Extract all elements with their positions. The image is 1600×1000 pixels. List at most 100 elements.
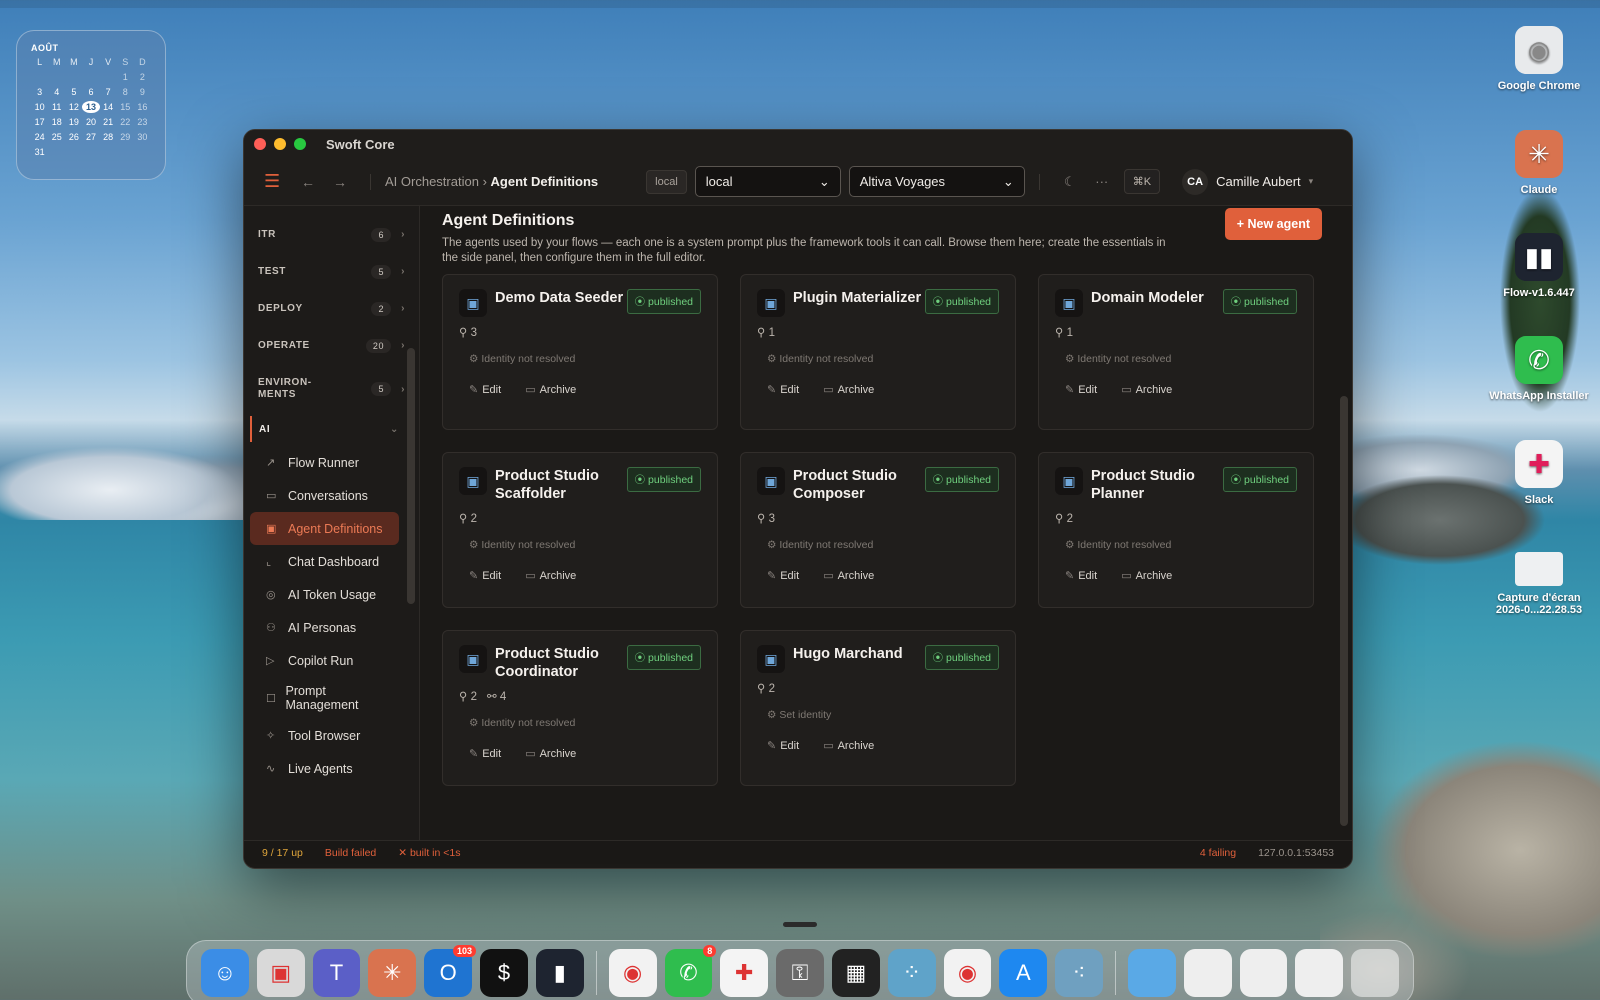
user-menu[interactable]: CA Camille Aubert ▾ [1182,168,1313,195]
calendar-day[interactable]: 5 [65,86,82,98]
sidebar-section-operate[interactable]: OPERATE 20 › [250,327,413,364]
archive-button[interactable]: ▭ Archive [525,383,576,396]
agent-name[interactable]: Plugin Materializer [793,289,925,307]
slack-icon[interactable]: ✚ [720,949,769,997]
edit-button[interactable]: ✎ Edit [1065,383,1097,396]
finder-icon[interactable]: ☺ [201,949,249,997]
calendar-day[interactable]: 8 [117,86,134,98]
app-store-icon[interactable]: A [999,949,1048,997]
sidebar-section-itr[interactable]: ITR 6 › [250,216,413,253]
calendar-day[interactable]: 21 [100,116,117,128]
agent-card[interactable]: ▣ Hugo Marchand ⦿ published ⚲ 2 ⚙ Set id… [740,630,1016,786]
calendar-day[interactable]: 13 [82,101,100,113]
agent-card[interactable]: ▣ Product Studio Planner ⦿ published ⚲ 2… [1038,452,1314,608]
close-window-button[interactable] [254,138,266,150]
sidebar-scrollbar[interactable] [407,348,415,604]
edit-button[interactable]: ✎ Edit [1065,569,1097,582]
sidebar-item-copilot-run[interactable]: ▷ Copilot Run [250,644,399,677]
archive-button[interactable]: ▭ Archive [1121,383,1172,396]
calendar-day[interactable]: 23 [134,116,151,128]
window-thumbnail[interactable] [1295,949,1344,997]
calendar-day[interactable]: 10 [31,101,48,113]
calendar-day[interactable]: 27 [82,131,99,143]
sidebar-item-tool-browser[interactable]: ✧ Tool Browser [250,719,399,752]
sidebar-section-ai[interactable]: AI ⌄ [250,416,413,442]
sidebar-item-chat-dashboard[interactable]: ⌞ Chat Dashboard [250,545,399,578]
calendar-day[interactable]: 18 [48,116,65,128]
sidebar-section-deploy[interactable]: DEPLOY 2 › [250,290,413,327]
calendar-day[interactable]: 25 [48,131,65,143]
moon-icon[interactable]: ☾ [1054,174,1086,190]
sidebar-item-live-agents[interactable]: ∿ Live Agents [250,752,399,785]
sidebar-section-test[interactable]: TEST 5 › [250,253,413,290]
forward-arrow-icon[interactable]: → [324,174,356,190]
calendar-day[interactable]: 24 [31,131,48,143]
calendar-day[interactable]: 15 [117,101,134,113]
screenshot-icon[interactable]: ▣ [256,949,305,997]
back-arrow-icon[interactable]: ← [292,174,324,190]
desktop-icon-chrome[interactable]: ◉ Google Chrome [1484,26,1594,92]
calendar-day[interactable]: 11 [48,101,65,113]
main-scrollbar[interactable] [1340,396,1348,826]
archive-button[interactable]: ▭ Archive [525,569,576,582]
window-thumbnail[interactable] [1183,949,1232,997]
command-palette-button[interactable]: ⌘K [1123,169,1161,194]
agent-card[interactable]: ▣ Product Studio Composer ⦿ published ⚲ … [740,452,1016,608]
calendar-day[interactable]: 16 [134,101,151,113]
calendar-day[interactable]: 26 [65,131,82,143]
terminal-icon[interactable]: $ [480,949,528,997]
window-thumbnail[interactable] [1239,949,1288,997]
agent-card[interactable]: ▣ Demo Data Seeder ⦿ published ⚲ 3 ⚙ Ide… [442,274,718,430]
calendar-day[interactable]: 28 [100,131,117,143]
more-icon[interactable]: ··· [1086,174,1118,189]
agent-name[interactable]: Product Studio Composer [793,467,925,503]
agent-card[interactable]: ▣ Domain Modeler ⦿ published ⚲ 1 ⚙ Ident… [1038,274,1314,430]
calendar-day[interactable]: 12 [65,101,82,113]
agent-name[interactable]: Domain Modeler [1091,289,1223,307]
calendar-day[interactable]: 6 [82,86,99,98]
services-up-status[interactable]: 9 / 17 up [262,847,303,859]
sidebar-item-ai-token-usage[interactable]: ◎ AI Token Usage [250,578,399,611]
intellij-icon[interactable]: ▦ [831,949,880,997]
agent-name[interactable]: Hugo Marchand [793,645,925,663]
calendar-day[interactable]: 4 [48,86,65,98]
env-select[interactable]: local ⌄ [694,166,841,197]
desktop-icon-claude[interactable]: ✳ Claude [1484,130,1594,196]
teams-icon[interactable]: T [312,949,361,997]
edit-button[interactable]: ✎ Edit [469,747,501,760]
edit-button[interactable]: ✎ Edit [767,569,799,582]
sidebar-item-agent-definitions[interactable]: ▣ Agent Definitions [250,512,399,545]
calendar-day[interactable]: 19 [65,116,82,128]
build-status[interactable]: Build failed [325,847,376,859]
calendar-day[interactable]: 2 [134,71,151,83]
sidebar-item-conversations[interactable]: ▭ Conversations [250,479,399,512]
chrome-icon[interactable]: ◉ [608,949,657,997]
calendar-day[interactable]: 20 [82,116,99,128]
edit-button[interactable]: ✎ Edit [469,569,501,582]
calendar-day[interactable]: 29 [117,131,134,143]
agent-card[interactable]: ▣ Plugin Materializer ⦿ published ⚲ 1 ⚙ … [740,274,1016,430]
edit-button[interactable]: ✎ Edit [767,739,799,752]
failing-count[interactable]: 4 failing [1200,847,1236,859]
agent-name[interactable]: Product Studio Scaffolder [495,467,627,503]
calendar-day[interactable]: 3 [31,86,48,98]
calendar-day[interactable]: 1 [117,71,134,83]
sidebar-item-flow-runner[interactable]: ↗ Flow Runner [250,446,399,479]
edit-button[interactable]: ✎ Edit [469,383,501,396]
desktop-icon-screenshot[interactable]: Capture d'écran 2026-0...22.28.53 [1484,552,1594,616]
agent-name[interactable]: Demo Data Seeder [495,289,627,307]
agent-name[interactable]: Product Studio Planner [1091,467,1223,503]
archive-button[interactable]: ▭ Archive [823,383,874,396]
linear-icon[interactable]: ⁘ [887,949,936,997]
calendar-day[interactable]: 17 [31,116,48,128]
calendar-day[interactable]: 9 [134,86,151,98]
folder-icon[interactable] [1128,949,1176,997]
calendar-day[interactable]: 30 [134,131,151,143]
menu-icon[interactable]: ☰ [264,171,292,192]
calendar-widget[interactable]: AOÛT L M M J V S D 1 2 3 4 5 6 7 8 9 10 11 12 13 14 15 16 17 18 1… [16,30,166,180]
zoom-window-button[interactable] [294,138,306,150]
archive-button[interactable]: ▭ Archive [823,569,874,582]
sidebar-item-prompt-management[interactable]: ☐ Prompt Management [250,677,399,719]
calendar-day[interactable]: 31 [31,146,48,158]
breadcrumb-parent[interactable]: AI Orchestration [385,174,479,189]
